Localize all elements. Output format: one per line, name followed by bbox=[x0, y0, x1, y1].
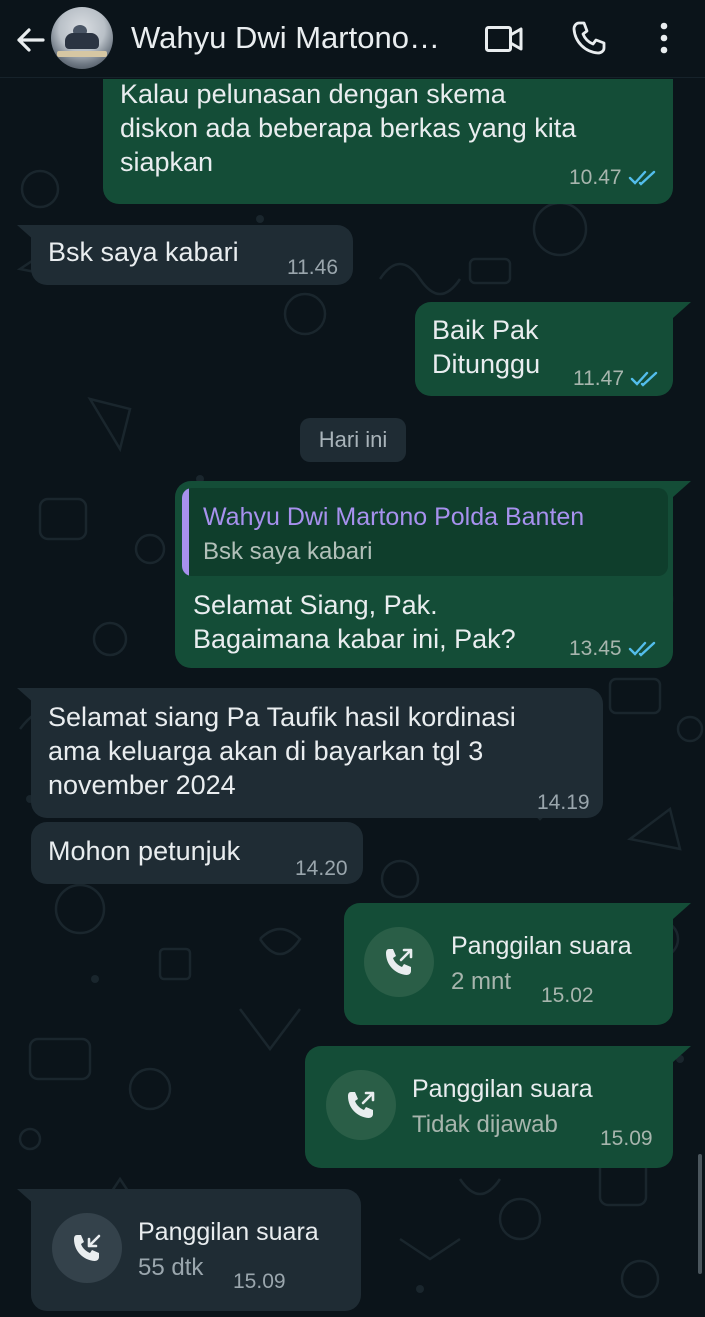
message-text: Baik Pak bbox=[432, 315, 539, 345]
date-divider: Hari ini bbox=[300, 418, 406, 462]
message-time: 15.02 bbox=[541, 984, 594, 1007]
message-incoming[interactable]: Bsk saya kabari 11.46 bbox=[31, 225, 353, 285]
message-text: november 2024 bbox=[48, 770, 236, 800]
back-arrow-icon[interactable] bbox=[12, 22, 48, 58]
message-text: Ditunggu bbox=[432, 349, 541, 379]
outgoing-call-icon bbox=[348, 1091, 375, 1118]
call-log-outgoing[interactable]: Panggilan suara Tidak dijawab 15.09 bbox=[305, 1046, 673, 1168]
voice-call-icon[interactable] bbox=[571, 20, 607, 56]
message-time: 11.46 bbox=[287, 256, 338, 279]
call-title: Panggilan suara bbox=[451, 932, 632, 960]
bubble-tail bbox=[673, 1046, 691, 1062]
call-icon-circle bbox=[52, 1213, 122, 1283]
call-duration: 55 dtk bbox=[138, 1254, 204, 1281]
chat-area[interactable]: Kalau pelunasan dengan skema diskon ada … bbox=[0, 79, 705, 1317]
call-icon-circle bbox=[326, 1070, 396, 1140]
call-icon-circle bbox=[364, 927, 434, 997]
bubble-tail bbox=[17, 225, 35, 241]
scrollbar[interactable] bbox=[698, 1154, 702, 1274]
message-text: Bsk saya kabari bbox=[48, 237, 239, 267]
bubble-tail bbox=[17, 1189, 35, 1205]
read-receipt-icon bbox=[630, 371, 658, 387]
quote-accent-bar bbox=[182, 488, 189, 576]
video-call-icon[interactable] bbox=[484, 24, 524, 54]
bubble-tail bbox=[673, 481, 691, 497]
message-text: Mohon petunjuk bbox=[48, 836, 241, 866]
incoming-call-icon bbox=[74, 1234, 101, 1261]
bubble-tail bbox=[17, 688, 35, 704]
message-incoming[interactable]: Selamat siang Pa Taufik hasil kordinasi … bbox=[31, 688, 603, 818]
message-text: Selamat Siang, Pak. bbox=[193, 590, 438, 620]
message-time: 13.45 bbox=[569, 637, 622, 660]
quote-author: Wahyu Dwi Martono Polda Banten bbox=[203, 503, 585, 531]
call-log-outgoing[interactable]: Panggilan suara 2 mnt 15.02 bbox=[344, 903, 673, 1025]
message-time: 14.19 bbox=[537, 791, 590, 814]
bubble-tail bbox=[673, 903, 691, 919]
message-outgoing[interactable]: Baik Pak Ditunggu 11.47 bbox=[415, 302, 673, 396]
message-meta: 10.47 bbox=[569, 161, 658, 195]
message-time: 10.47 bbox=[569, 166, 622, 189]
chat-header: Wahyu Dwi Martono… bbox=[0, 0, 705, 78]
call-status: Tidak dijawab bbox=[412, 1111, 558, 1138]
message-text: ama keluarga akan di bayarkan tgl 3 bbox=[48, 736, 484, 766]
message-text: diskon ada beberapa berkas yang kita bbox=[120, 113, 577, 143]
message-incoming[interactable]: Mohon petunjuk 14.20 bbox=[31, 822, 363, 884]
call-title: Panggilan suara bbox=[412, 1075, 593, 1103]
message-meta: 11.47 bbox=[573, 362, 660, 396]
message-time: 14.20 bbox=[295, 857, 348, 880]
outgoing-call-icon bbox=[386, 948, 413, 975]
message-text: Selamat siang Pa Taufik hasil kordinasi bbox=[48, 702, 516, 732]
call-title: Panggilan suara bbox=[138, 1218, 319, 1246]
message-text: siapkan bbox=[120, 147, 214, 177]
message-time: 15.09 bbox=[233, 1270, 286, 1293]
call-log-incoming[interactable]: Panggilan suara 55 dtk 15.09 bbox=[31, 1189, 361, 1311]
message-outgoing[interactable]: Kalau pelunasan dengan skema diskon ada … bbox=[103, 79, 673, 204]
quote-text: Bsk saya kabari bbox=[203, 538, 373, 565]
more-vertical-icon[interactable] bbox=[656, 20, 672, 56]
message-text: Kalau pelunasan dengan skema bbox=[120, 79, 506, 109]
message-time: 11.47 bbox=[573, 367, 624, 390]
read-receipt-icon bbox=[628, 170, 655, 186]
avatar[interactable] bbox=[51, 7, 113, 69]
read-receipt-icon bbox=[628, 641, 655, 657]
call-duration: 2 mnt bbox=[451, 968, 512, 995]
message-meta: 13.45 bbox=[569, 637, 658, 661]
contact-name[interactable]: Wahyu Dwi Martono… bbox=[131, 20, 461, 56]
message-time: 15.09 bbox=[600, 1127, 653, 1150]
message-text: Bagaimana kabar ini, Pak? bbox=[193, 624, 516, 654]
quoted-reply[interactable]: Wahyu Dwi Martono Polda Banten Bsk saya … bbox=[182, 488, 668, 576]
bubble-tail bbox=[673, 302, 691, 318]
